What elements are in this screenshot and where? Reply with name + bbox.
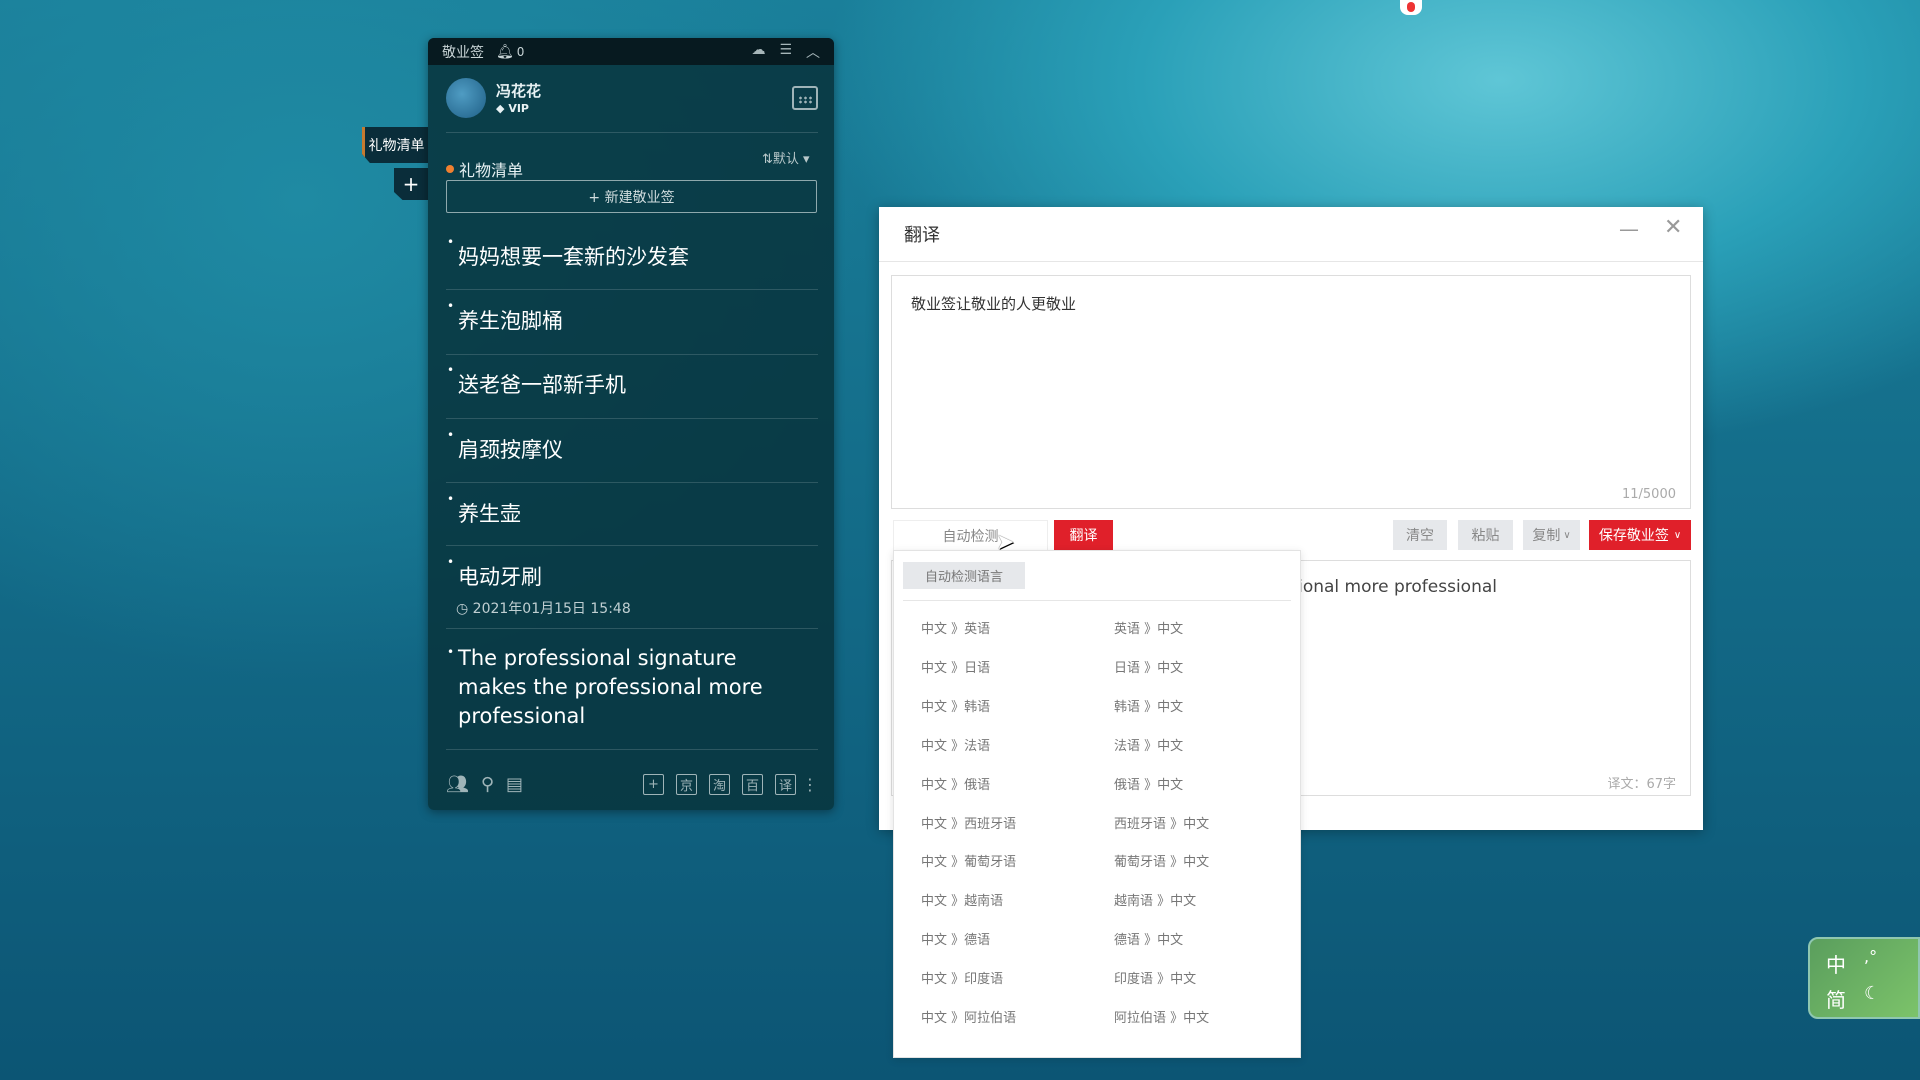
ime-toolbar: 中 ,° 简 ☾ bbox=[1808, 937, 1920, 1019]
notification-count: 0 bbox=[516, 44, 525, 59]
language-pair-option[interactable]: 英语 》中文 bbox=[1114, 618, 1183, 637]
calendar-icon[interactable] bbox=[792, 86, 818, 110]
divider bbox=[446, 482, 818, 483]
moon-icon[interactable]: ☾ bbox=[1864, 983, 1880, 1004]
panel-footer: 👥︎ ⚲ ▤ + 京 淘 百 译 ⋮ bbox=[446, 774, 818, 795]
language-pair-option[interactable]: 阿拉伯语 》中文 bbox=[1114, 1007, 1209, 1026]
list-color-dot bbox=[446, 165, 454, 173]
note-item[interactable]: The professional signature makes the pro… bbox=[447, 638, 798, 731]
translate-button[interactable]: 翻译 bbox=[1054, 520, 1113, 550]
divider bbox=[446, 289, 818, 290]
sort-dropdown[interactable]: ⇅默认 ▾ bbox=[762, 148, 810, 167]
bell-icon[interactable]: 🔔︎ bbox=[496, 44, 514, 60]
language-pair-option[interactable]: 印度语 》中文 bbox=[1114, 968, 1196, 987]
app-title: 敬业签 bbox=[442, 44, 484, 61]
new-note-button[interactable]: + 新建敬业签 bbox=[446, 180, 817, 213]
translate-button[interactable]: 译 bbox=[775, 774, 796, 795]
language-pair-option[interactable]: 中文 》韩语 bbox=[921, 696, 990, 715]
close-icon[interactable]: ✕ bbox=[1664, 215, 1682, 240]
sticky-notes-panel: 敬业签 🔔︎ 0 ☁ ☰ ︿ 冯花花 ◆ VIP 礼物清单 ⇅默认 ▾ + 新建敬业… bbox=[428, 38, 834, 810]
language-pair-option[interactable]: 中文 》法语 bbox=[921, 735, 990, 754]
divider bbox=[446, 132, 818, 133]
dialog-title: 翻译 bbox=[904, 225, 940, 246]
input-char-count: 11/5000 bbox=[1621, 487, 1676, 502]
baidu-button[interactable]: 百 bbox=[742, 774, 763, 795]
side-add-button[interactable]: + bbox=[394, 168, 428, 200]
list-header: 礼物清单 bbox=[446, 157, 523, 181]
note-item[interactable]: 养生泡脚桶 bbox=[447, 299, 563, 335]
search-icon[interactable]: ⚲ bbox=[481, 774, 494, 795]
clear-button[interactable]: 清空 bbox=[1393, 520, 1447, 550]
save-note-dropdown[interactable]: 保存敬业签 ∨ bbox=[1589, 520, 1691, 550]
avatar[interactable] bbox=[446, 78, 486, 118]
mouse-cursor: ➤ bbox=[996, 530, 1015, 555]
menu-icon[interactable]: ☰ bbox=[779, 42, 792, 62]
cloud-sync-icon[interactable]: ☁ bbox=[751, 42, 765, 62]
add-button[interactable]: + bbox=[643, 774, 664, 795]
ime-mode-toggle[interactable]: 中 bbox=[1826, 949, 1846, 978]
divider bbox=[446, 545, 818, 546]
auto-detect-option[interactable]: 自动检测语言 bbox=[903, 562, 1025, 589]
note-item[interactable]: 电动牙刷 bbox=[447, 555, 542, 591]
divider bbox=[446, 749, 818, 750]
language-pair-option[interactable]: 西班牙语 》中文 bbox=[1114, 813, 1209, 832]
language-pair-option[interactable]: 越南语 》中文 bbox=[1114, 890, 1196, 909]
source-language-select[interactable]: 自动检测 bbox=[893, 520, 1048, 550]
jd-button[interactable]: 京 bbox=[676, 774, 697, 795]
vip-badge: ◆ VIP bbox=[496, 102, 529, 115]
copy-dropdown[interactable]: 复制 ∨ bbox=[1523, 520, 1580, 550]
ime-charset-toggle[interactable]: 简 bbox=[1826, 984, 1846, 1013]
language-pair-option[interactable]: 中文 》日语 bbox=[921, 657, 990, 676]
chevron-down-icon: ∨ bbox=[1563, 529, 1571, 541]
language-pair-option[interactable]: 中文 》阿拉伯语 bbox=[921, 1007, 1016, 1026]
language-dropdown: 自动检测语言 中文 》英语 英语 》中文中文 》日语 日语 》中文中文 》韩语 韩语 … bbox=[893, 550, 1301, 1058]
note-item[interactable]: 养生壶 bbox=[447, 492, 521, 528]
list-title: 礼物清单 bbox=[459, 161, 524, 180]
language-pair-option[interactable]: 法语 》中文 bbox=[1114, 735, 1183, 754]
note-item[interactable]: 肩颈按摩仪 bbox=[447, 428, 563, 464]
clock-icon: ◷ bbox=[456, 601, 469, 617]
user-name: 冯花花 bbox=[496, 82, 542, 100]
minimize-icon[interactable]: — bbox=[1619, 217, 1639, 241]
note-reminder-date: ◷ 2021年01月15日 15:48 bbox=[456, 601, 631, 617]
language-pair-option[interactable]: 韩语 》中文 bbox=[1114, 696, 1183, 715]
notes-icon[interactable]: ▤ bbox=[506, 774, 523, 795]
language-pair-option[interactable]: 俄语 》中文 bbox=[1114, 774, 1183, 793]
divider bbox=[446, 418, 818, 419]
language-pair-option[interactable]: 中文 》葡萄牙语 bbox=[921, 851, 1016, 870]
language-pair-option[interactable]: 中文 》越南语 bbox=[921, 890, 1003, 909]
source-text: 敬业签让敬业的人更敬业 bbox=[911, 295, 1077, 313]
language-pair-option[interactable]: 中文 》西班牙语 bbox=[921, 813, 1016, 832]
taobao-button[interactable]: 淘 bbox=[709, 774, 730, 795]
divider bbox=[446, 628, 818, 629]
vip-label: VIP bbox=[508, 102, 529, 115]
ime-punctuation-toggle[interactable]: ,° bbox=[1864, 947, 1877, 966]
side-tab-gift-list[interactable]: 礼物清单 bbox=[362, 127, 428, 163]
language-pair-option[interactable]: 中文 》英语 bbox=[921, 618, 990, 637]
note-item[interactable]: 送老爸一部新手机 bbox=[447, 363, 626, 399]
language-pair-option[interactable]: 葡萄牙语 》中文 bbox=[1114, 851, 1209, 870]
note-item[interactable]: 妈妈想要一套新的沙发套 bbox=[447, 235, 689, 271]
divider bbox=[903, 600, 1291, 601]
diamond-icon: ◆ bbox=[496, 102, 505, 115]
panel-title-bar: 敬业签 🔔︎ 0 ☁ ☰ ︿ bbox=[428, 38, 834, 65]
language-pair-option[interactable]: 中文 》德语 bbox=[921, 929, 990, 948]
language-pair-option[interactable]: 日语 》中文 bbox=[1114, 657, 1183, 676]
language-pair-option[interactable]: 中文 》俄语 bbox=[921, 774, 990, 793]
divider bbox=[446, 354, 818, 355]
divider bbox=[879, 261, 1703, 262]
collapse-icon[interactable]: ︿ bbox=[806, 42, 820, 62]
language-pair-option[interactable]: 德语 》中文 bbox=[1114, 929, 1183, 948]
paste-button[interactable]: 粘贴 bbox=[1458, 520, 1513, 550]
more-icon[interactable]: ⋮ bbox=[802, 775, 818, 794]
chevron-down-icon: ∨ bbox=[1673, 529, 1682, 541]
language-pair-option[interactable]: 中文 》印度语 bbox=[921, 968, 1003, 987]
pin-icon[interactable] bbox=[1400, 0, 1422, 15]
contacts-icon[interactable]: 👥︎ bbox=[446, 774, 469, 795]
